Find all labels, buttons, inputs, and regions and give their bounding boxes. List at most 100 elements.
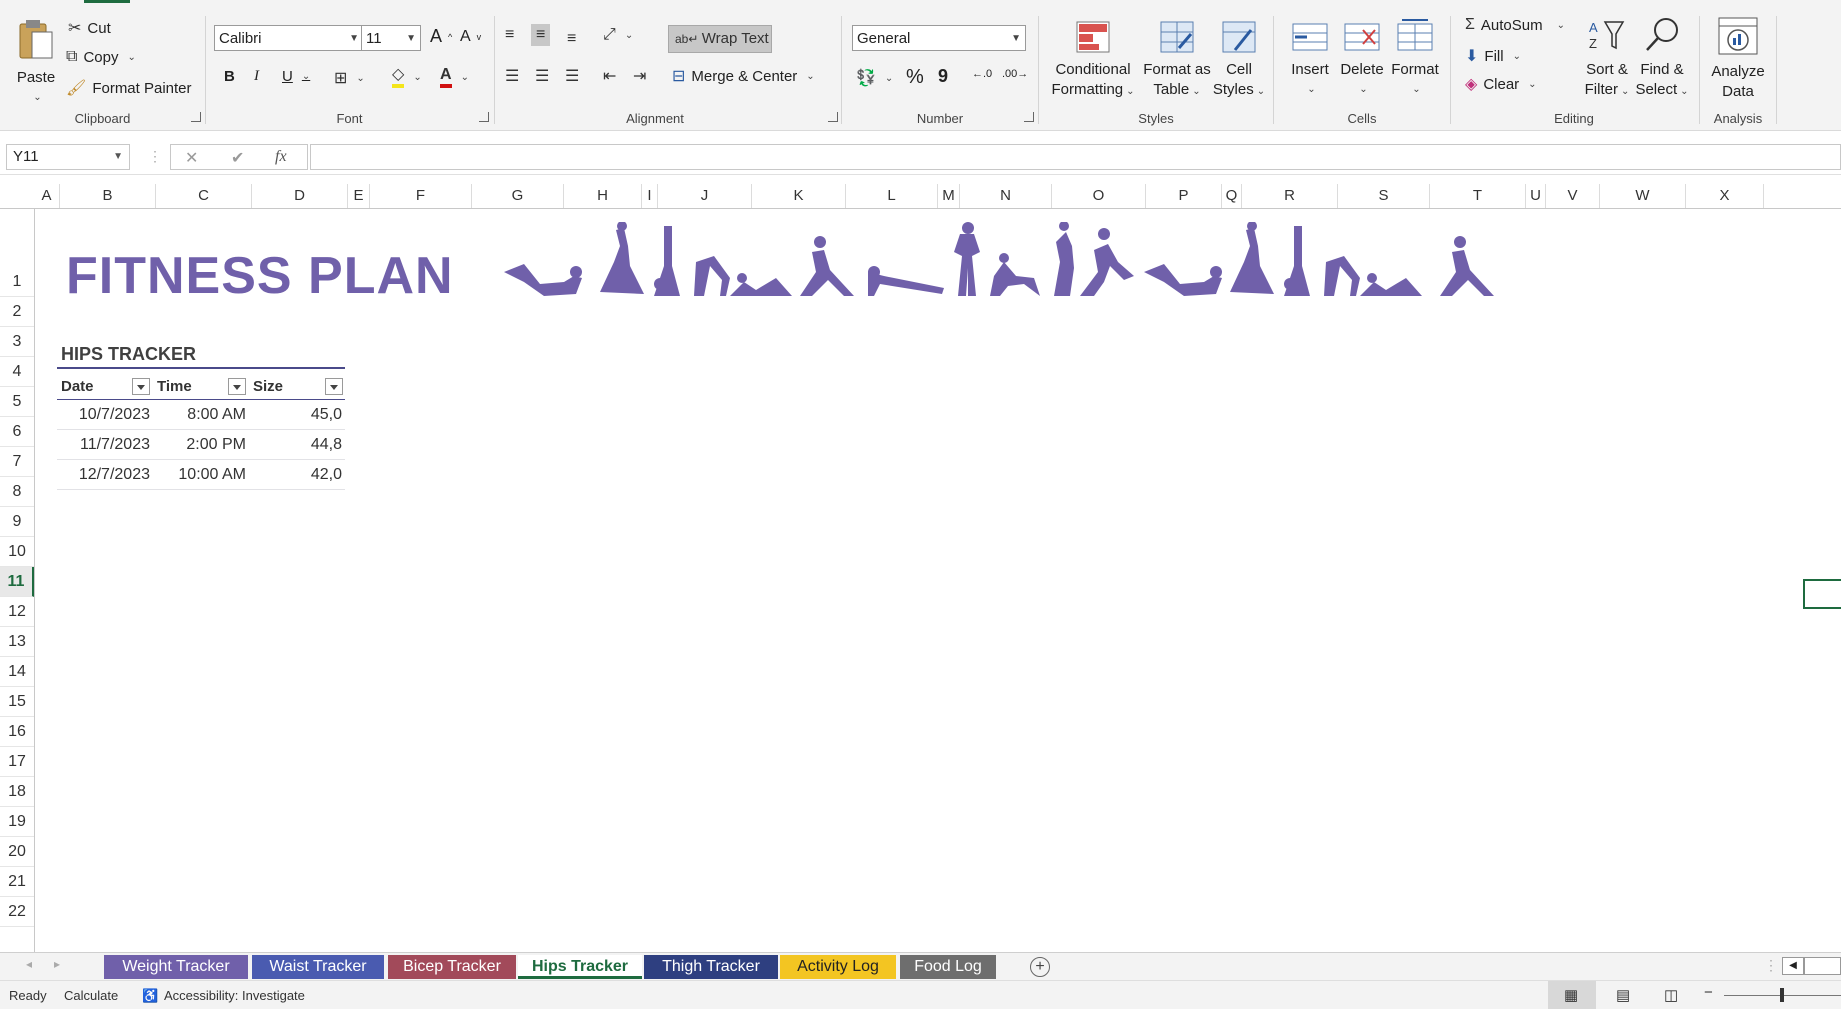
- column-header[interactable]: O: [1052, 184, 1146, 208]
- format-painter-button[interactable]: 🖌 Format Painter: [66, 78, 192, 98]
- increase-decimal-icon[interactable]: ←.0: [972, 68, 992, 80]
- row-header[interactable]: 14: [0, 657, 34, 687]
- bold-button[interactable]: B: [224, 68, 235, 85]
- number-format-select[interactable]: General ▼: [852, 25, 1026, 51]
- filter-dropdown-icon[interactable]: [325, 378, 343, 395]
- column-header[interactable]: I: [642, 184, 658, 208]
- table-cell[interactable]: 44,8: [252, 430, 342, 459]
- copy-button[interactable]: ⧉ Copy ⌄: [66, 48, 136, 66]
- column-header[interactable]: D: [252, 184, 348, 208]
- row-header[interactable]: 16: [0, 717, 34, 747]
- autosum-button[interactable]: Σ AutoSum ⌄: [1465, 16, 1565, 34]
- row-header[interactable]: 3: [0, 327, 34, 357]
- underline-button[interactable]: U ⌄: [282, 68, 310, 85]
- column-header[interactable]: V: [1546, 184, 1600, 208]
- align-right-icon[interactable]: ☰: [565, 66, 579, 86]
- sheet-tab[interactable]: Food Log: [900, 955, 996, 979]
- column-header[interactable]: U: [1526, 184, 1546, 208]
- table-cell[interactable]: 2:00 PM: [156, 430, 246, 459]
- column-header[interactable]: S: [1338, 184, 1430, 208]
- sheet-tab[interactable]: Thigh Tracker: [644, 955, 778, 979]
- row-header[interactable]: 4: [0, 357, 34, 387]
- wrap-text-button[interactable]: ab↵ Wrap Text: [668, 25, 772, 53]
- fill-button[interactable]: ⬇ Fill ⌄: [1465, 46, 1521, 66]
- delete-button[interactable]: Delete ⌄: [1338, 20, 1386, 100]
- sheet-tab[interactable]: Bicep Tracker: [388, 955, 516, 979]
- name-box[interactable]: Y11 ▼: [6, 144, 130, 170]
- font-size-select[interactable]: 11 ▼: [361, 25, 421, 51]
- format-cells-button[interactable]: Format ⌄: [1390, 18, 1440, 100]
- insert-function-icon[interactable]: fx: [275, 148, 287, 166]
- table-cell[interactable]: 42,0: [252, 460, 342, 489]
- column-header[interactable]: R: [1242, 184, 1338, 208]
- borders-button[interactable]: ⊞ ⌄: [334, 68, 365, 88]
- active-cell-selection[interactable]: [1803, 579, 1841, 609]
- column-header[interactable]: W: [1600, 184, 1686, 208]
- zoom-slider-thumb[interactable]: [1780, 988, 1784, 1002]
- page-layout-icon[interactable]: ▤: [1616, 986, 1630, 1004]
- column-header[interactable]: P: [1146, 184, 1222, 208]
- insert-button[interactable]: Insert ⌄: [1288, 20, 1332, 100]
- row-header[interactable]: 13: [0, 627, 34, 657]
- filter-dropdown-icon[interactable]: [132, 378, 150, 395]
- scroll-right-icon[interactable]: ▸: [54, 957, 60, 971]
- column-header[interactable]: A: [34, 184, 60, 208]
- row-header[interactable]: 19: [0, 807, 34, 837]
- comma-style-button[interactable]: 9: [938, 66, 948, 87]
- dialog-launcher-icon[interactable]: [191, 112, 201, 122]
- row-header[interactable]: 12: [0, 597, 34, 627]
- hscroll-left-icon[interactable]: ◀: [1782, 957, 1804, 975]
- zoom-out-icon[interactable]: −: [1704, 984, 1713, 1001]
- row-header[interactable]: 22: [0, 897, 34, 927]
- sheet-tab[interactable]: Waist Tracker: [252, 955, 384, 979]
- page-break-icon[interactable]: ◫: [1664, 986, 1678, 1004]
- scroll-left-icon[interactable]: ◂: [26, 957, 32, 971]
- row-header[interactable]: 2: [0, 297, 34, 327]
- column-header[interactable]: E: [348, 184, 370, 208]
- format-as-table-button[interactable]: Format as Table ⌄: [1139, 20, 1215, 102]
- sort-filter-button[interactable]: AZ Sort & Filter ⌄: [1581, 16, 1633, 102]
- conditional-formatting-button[interactable]: Conditional Formatting ⌄: [1049, 20, 1137, 102]
- table-cell[interactable]: 11/7/2023: [60, 430, 150, 459]
- dialog-launcher-icon[interactable]: [828, 112, 838, 122]
- column-header[interactable]: G: [472, 184, 564, 208]
- cut-button[interactable]: ✂ Cut: [68, 18, 111, 38]
- decrease-indent-icon[interactable]: ⇤: [603, 66, 616, 86]
- fill-color-button[interactable]: ◇ ⌄: [392, 66, 422, 88]
- find-select-button[interactable]: Find & Select ⌄: [1631, 16, 1693, 102]
- align-bottom-icon[interactable]: ≡: [567, 30, 576, 48]
- decrease-font-icon[interactable]: Av: [460, 28, 481, 46]
- row-header[interactable]: 6: [0, 417, 34, 447]
- enter-icon[interactable]: ✔: [231, 148, 244, 168]
- table-cell[interactable]: 45,0: [252, 400, 342, 429]
- table-cell[interactable]: 8:00 AM: [156, 400, 246, 429]
- row-header[interactable]: 8: [0, 477, 34, 507]
- decrease-decimal-icon[interactable]: .00→: [1002, 68, 1028, 80]
- align-center-icon[interactable]: ☰: [535, 66, 549, 86]
- worksheet-grid[interactable]: [35, 209, 1841, 952]
- column-header[interactable]: H: [564, 184, 642, 208]
- column-header[interactable]: N: [960, 184, 1052, 208]
- paste-button[interactable]: Paste ⌄: [14, 18, 58, 108]
- orientation-button[interactable]: ⤢ ⌄: [603, 26, 633, 44]
- percent-button[interactable]: %: [906, 66, 924, 89]
- clear-button[interactable]: ◈ Clear ⌄: [1465, 74, 1537, 94]
- analyze-data-button[interactable]: Analyze Data: [1706, 16, 1770, 102]
- align-left-icon[interactable]: ☰: [505, 66, 519, 86]
- filter-dropdown-icon[interactable]: [228, 378, 246, 395]
- calculate-button[interactable]: Calculate: [64, 988, 118, 1003]
- row-header[interactable]: 10: [0, 537, 34, 567]
- column-header[interactable]: B: [60, 184, 156, 208]
- sheet-tab[interactable]: Activity Log: [780, 955, 896, 979]
- sheet-tab[interactable]: Weight Tracker: [104, 955, 248, 979]
- font-color-button[interactable]: A ⌄: [440, 66, 469, 88]
- column-header[interactable]: C: [156, 184, 252, 208]
- add-sheet-icon[interactable]: +: [1030, 957, 1050, 977]
- cancel-icon[interactable]: ✕: [185, 148, 198, 168]
- row-header[interactable]: 17: [0, 747, 34, 777]
- row-header[interactable]: 9: [0, 507, 34, 537]
- column-header[interactable]: K: [752, 184, 846, 208]
- table-cell[interactable]: 12/7/2023: [60, 460, 150, 489]
- row-header[interactable]: 15: [0, 687, 34, 717]
- merge-center-button[interactable]: ⊟ Merge & Center ⌄: [672, 66, 815, 86]
